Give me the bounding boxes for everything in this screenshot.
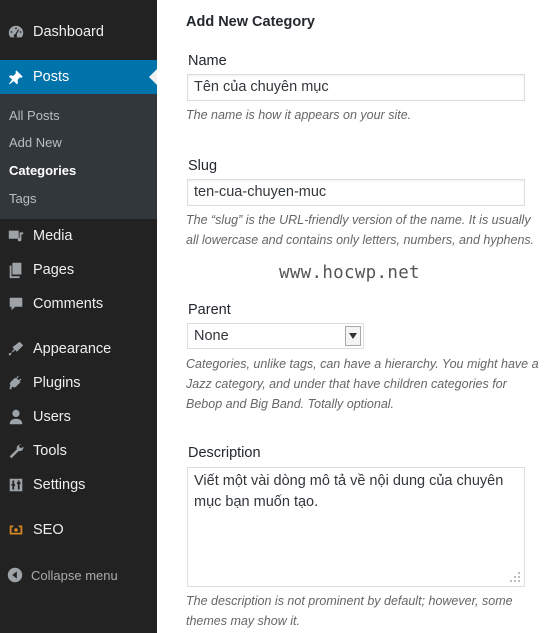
menu-label-seo: SEO	[33, 522, 64, 538]
menu-item-tools[interactable]: Tools	[0, 434, 157, 468]
pushpin-icon	[6, 67, 26, 87]
dashboard-icon	[6, 22, 26, 42]
submenu-add-new[interactable]: Add New	[9, 135, 62, 150]
description-text: Viết một vài dòng mô tả về nội dung của …	[194, 473, 504, 510]
form-heading: Add New Category	[186, 14, 315, 30]
seo-plugin-icon	[6, 520, 26, 540]
collapse-arrow-icon	[7, 567, 23, 583]
menu-label-settings: Settings	[33, 477, 86, 493]
submenu-all-posts[interactable]: All Posts	[9, 108, 60, 123]
collapse-menu-label: Collapse menu	[31, 567, 118, 583]
menu-label-plugins: Plugins	[33, 375, 81, 391]
user-icon	[6, 407, 26, 427]
menu-item-plugins[interactable]: Plugins	[0, 366, 157, 400]
settings-sliders-icon	[6, 475, 26, 495]
chevron-down-icon[interactable]	[345, 326, 361, 346]
admin-sidebar: Dashboard Posts All Posts Add New Catego…	[0, 0, 157, 633]
comments-icon	[6, 294, 26, 314]
menu-label-users: Users	[33, 409, 71, 425]
name-label: Name	[188, 53, 227, 69]
collapse-menu-button[interactable]: Collapse menu	[0, 562, 157, 588]
menu-label-tools: Tools	[33, 443, 67, 459]
menu-item-appearance[interactable]: Appearance	[0, 332, 157, 366]
menu-label-media: Media	[33, 228, 73, 244]
description-label: Description	[188, 445, 261, 461]
wrench-icon	[6, 441, 26, 461]
menu-item-settings[interactable]: Settings	[0, 468, 157, 502]
posts-submenu: All Posts Add New Categories Tags	[0, 94, 157, 219]
active-indicator	[149, 69, 157, 85]
slug-label: Slug	[188, 158, 218, 174]
menu-label-pages: Pages	[33, 262, 75, 278]
slug-help-text: The “slug” is the URL-friendly version o…	[186, 213, 535, 247]
name-help-text: The name is how it appears on your site.	[186, 108, 412, 122]
submenu-categories[interactable]: Categories	[9, 163, 76, 178]
menu-item-posts[interactable]: Posts	[0, 60, 157, 94]
paintbrush-icon	[6, 339, 26, 359]
parent-help-text: Categories, unlike tags, can have a hier…	[186, 357, 539, 411]
menu-label-comments: Comments	[33, 296, 104, 312]
media-icon	[6, 226, 26, 246]
watermark-text: www.hocwp.net	[279, 263, 420, 283]
menu-label-posts: Posts	[33, 69, 70, 85]
description-help-text: The description is not prominent by defa…	[186, 594, 513, 628]
menu-item-comments[interactable]: Comments	[0, 287, 157, 321]
add-category-form: Add New Category Name Tên của chuyên mục…	[157, 0, 547, 633]
menu-item-seo[interactable]: SEO	[0, 513, 157, 547]
menu-label-appearance: Appearance	[33, 341, 112, 357]
submenu-tags[interactable]: Tags	[9, 191, 36, 206]
parent-selected-value: None	[194, 328, 229, 344]
slug-input[interactable]: ten-cua-chuyen-muc	[187, 179, 525, 206]
pages-icon	[6, 260, 26, 280]
menu-item-dashboard[interactable]: Dashboard	[0, 15, 157, 49]
description-textarea[interactable]: Viết một vài dòng mô tả về nội dung của …	[187, 467, 525, 587]
parent-label: Parent	[188, 302, 231, 318]
menu-item-pages[interactable]: Pages	[0, 253, 157, 287]
plugin-icon	[6, 373, 26, 393]
menu-item-media[interactable]: Media	[0, 219, 157, 253]
menu-item-users[interactable]: Users	[0, 400, 157, 434]
parent-select[interactable]: None	[187, 323, 364, 349]
resize-handle-icon[interactable]	[509, 571, 521, 583]
name-input[interactable]: Tên của chuyên mục	[187, 74, 525, 101]
menu-label-dashboard: Dashboard	[33, 24, 104, 40]
